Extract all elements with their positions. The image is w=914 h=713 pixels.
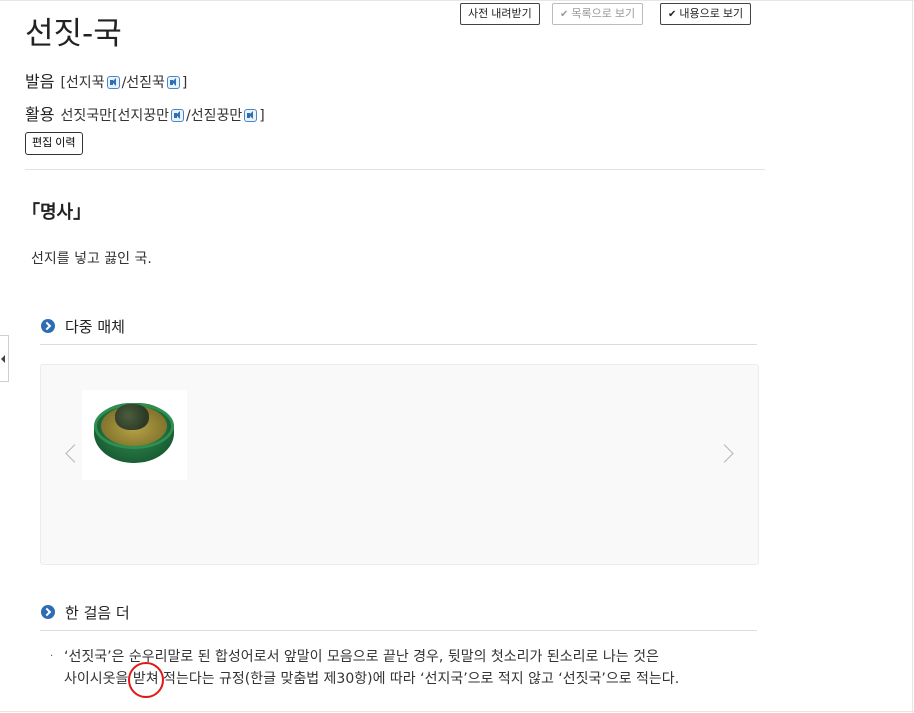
conjugation-row: 활용 선짓국만[선지꿍만/선짇꿍만] [25,105,265,126]
carousel-prev-button[interactable] [65,444,84,463]
more-section-title: 한 걸음 더 [65,604,130,622]
bottom-border [0,711,914,712]
bracket-close: ] [181,75,188,91]
media-carousel [40,364,759,565]
download-dictionary-button[interactable]: 사전 내려받기 [460,3,540,25]
pronunciation-label: 발음 [25,72,55,91]
definition-text: 선지를 넣고 끓인 국. [31,251,152,267]
speaker-icon[interactable] [244,109,258,122]
conjugation-form-1: 선지꿍만 [117,108,169,124]
speaker-icon[interactable] [170,109,184,122]
speaker-icon[interactable] [106,76,120,89]
arrow-left-icon [1,355,5,363]
chevron-circle-icon [41,605,55,619]
red-circle-annotation [128,662,164,698]
list-view-label: 목록으로 보기 [571,8,636,20]
carousel-next-button[interactable] [715,444,734,463]
speaker-icon[interactable] [166,76,180,89]
check-icon: ✔ [560,9,569,20]
part-of-speech: 「명사」 [22,202,92,223]
top-border [0,0,914,1]
conjugation-label: 활용 [25,105,55,124]
content-view-button[interactable]: ✔ 내용으로 보기 [660,3,752,25]
check-icon: ✔ [668,9,677,20]
list-view-button[interactable]: ✔ 목록으로 보기 [552,3,644,25]
pronunciation-form-1: 선지꾹 [65,75,105,91]
media-section-header: 다중 매체 [40,310,757,345]
chevron-circle-icon [41,319,55,333]
side-panel-toggle[interactable] [0,335,9,382]
media-section-title: 다중 매체 [65,318,125,336]
content-view-label: 내용으로 보기 [679,8,744,20]
edit-history-button[interactable]: 편집 이력 [25,132,83,155]
conjugation-base: 선짓국만 [60,108,112,124]
right-border [912,0,913,713]
bracket-close: ] [259,108,265,124]
headword: 선짓-국 [25,16,122,52]
more-section-header: 한 걸음 더 [40,596,757,631]
section-divider [25,169,765,170]
pronunciation-form-2: 선짇꾹 [126,75,165,91]
greens-shape [115,404,149,430]
bullet: · [50,651,54,662]
conjugation-form-2: 선짇꿍만 [190,108,243,124]
media-thumbnail[interactable] [82,390,187,480]
pronunciation-row: 발음 [선지꾹/선짇꾹] [25,72,187,93]
